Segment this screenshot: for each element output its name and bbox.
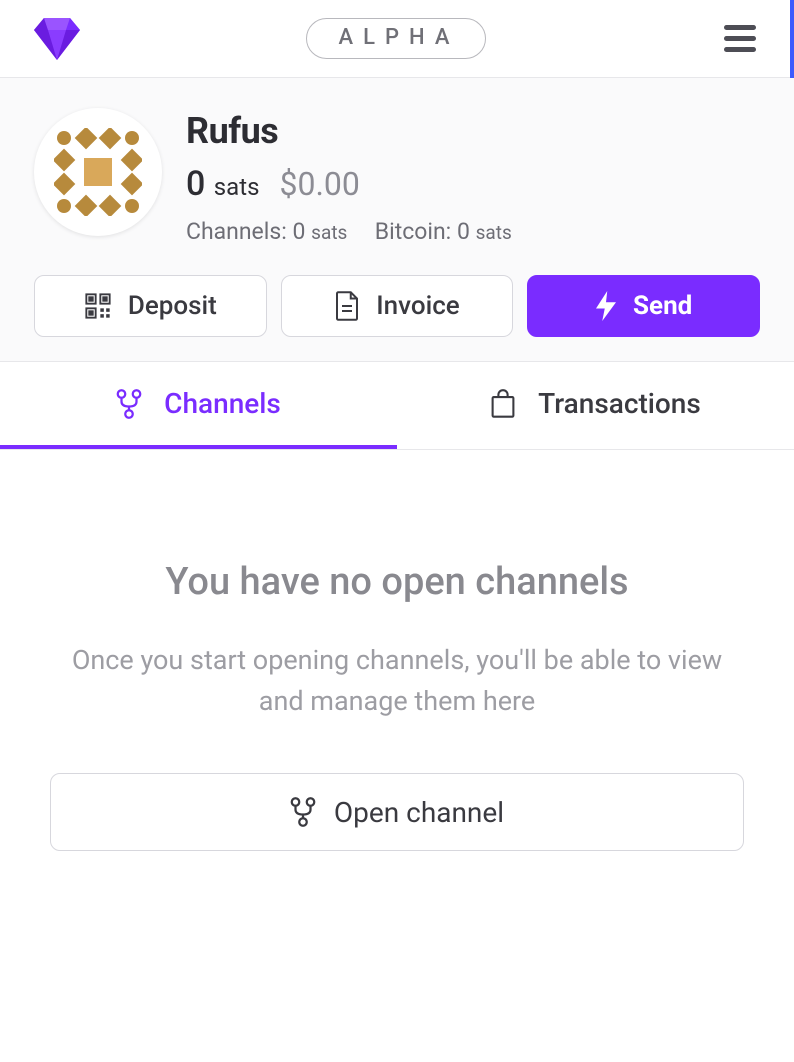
qrcode-icon xyxy=(84,292,112,320)
invoice-label: Invoice xyxy=(376,291,459,321)
channels-label: Channels: xyxy=(186,218,287,245)
action-buttons: Deposit Invoice Send xyxy=(34,275,760,337)
hamburger-icon xyxy=(724,25,756,52)
send-label: Send xyxy=(633,291,692,321)
bitcoin-label: Bitcoin: xyxy=(375,218,451,245)
balance-sats-value: 0 xyxy=(186,164,205,204)
tab-channels[interactable]: Channels xyxy=(0,362,397,449)
balance-breakdown: Channels: 0 sats Bitcoin: 0 sats xyxy=(186,218,512,245)
wallet-name: Rufus xyxy=(186,110,512,152)
channels-unit: sats xyxy=(311,221,347,244)
tab-transactions-label: Transactions xyxy=(538,387,701,420)
channels-value: 0 xyxy=(293,218,306,245)
open-channel-label: Open channel xyxy=(334,796,504,829)
profile-section: Rufus 0 sats $0.00 Channels: 0 sats Bitc… xyxy=(0,78,794,362)
tab-transactions[interactable]: Transactions xyxy=(397,362,794,449)
profile-info: Rufus 0 sats $0.00 Channels: 0 sats Bitc… xyxy=(186,108,512,245)
branch-icon xyxy=(116,389,142,419)
empty-title: You have no open channels xyxy=(50,560,744,604)
alpha-badge: ALPHA xyxy=(306,18,487,59)
balance-sats: 0 sats xyxy=(186,164,259,204)
empty-state: You have no open channels Once you start… xyxy=(0,450,794,851)
empty-subtitle: Once you start opening channels, you'll … xyxy=(50,640,744,721)
bitcoin-unit: sats xyxy=(476,221,512,244)
open-channel-button[interactable]: Open channel xyxy=(50,773,744,851)
deposit-label: Deposit xyxy=(128,291,217,321)
side-accent-bar xyxy=(790,0,794,78)
send-button[interactable]: Send xyxy=(527,275,760,337)
balance-sats-unit: sats xyxy=(214,173,260,201)
lightning-icon xyxy=(595,291,617,321)
branch-icon xyxy=(290,797,316,827)
tab-bar: Channels Transactions xyxy=(0,362,794,450)
balance-fiat: $0.00 xyxy=(279,165,359,203)
balance-line: 0 sats $0.00 xyxy=(186,164,512,204)
bitcoin-value: 0 xyxy=(457,218,470,245)
bag-icon xyxy=(490,389,516,419)
app-logo-diamond-icon[interactable] xyxy=(34,18,80,60)
deposit-button[interactable]: Deposit xyxy=(34,275,267,337)
document-icon xyxy=(334,291,360,321)
wallet-avatar xyxy=(34,108,162,236)
app-header: ALPHA xyxy=(0,0,794,78)
tab-channels-label: Channels xyxy=(164,387,281,420)
menu-button[interactable] xyxy=(712,11,768,67)
invoice-button[interactable]: Invoice xyxy=(281,275,514,337)
